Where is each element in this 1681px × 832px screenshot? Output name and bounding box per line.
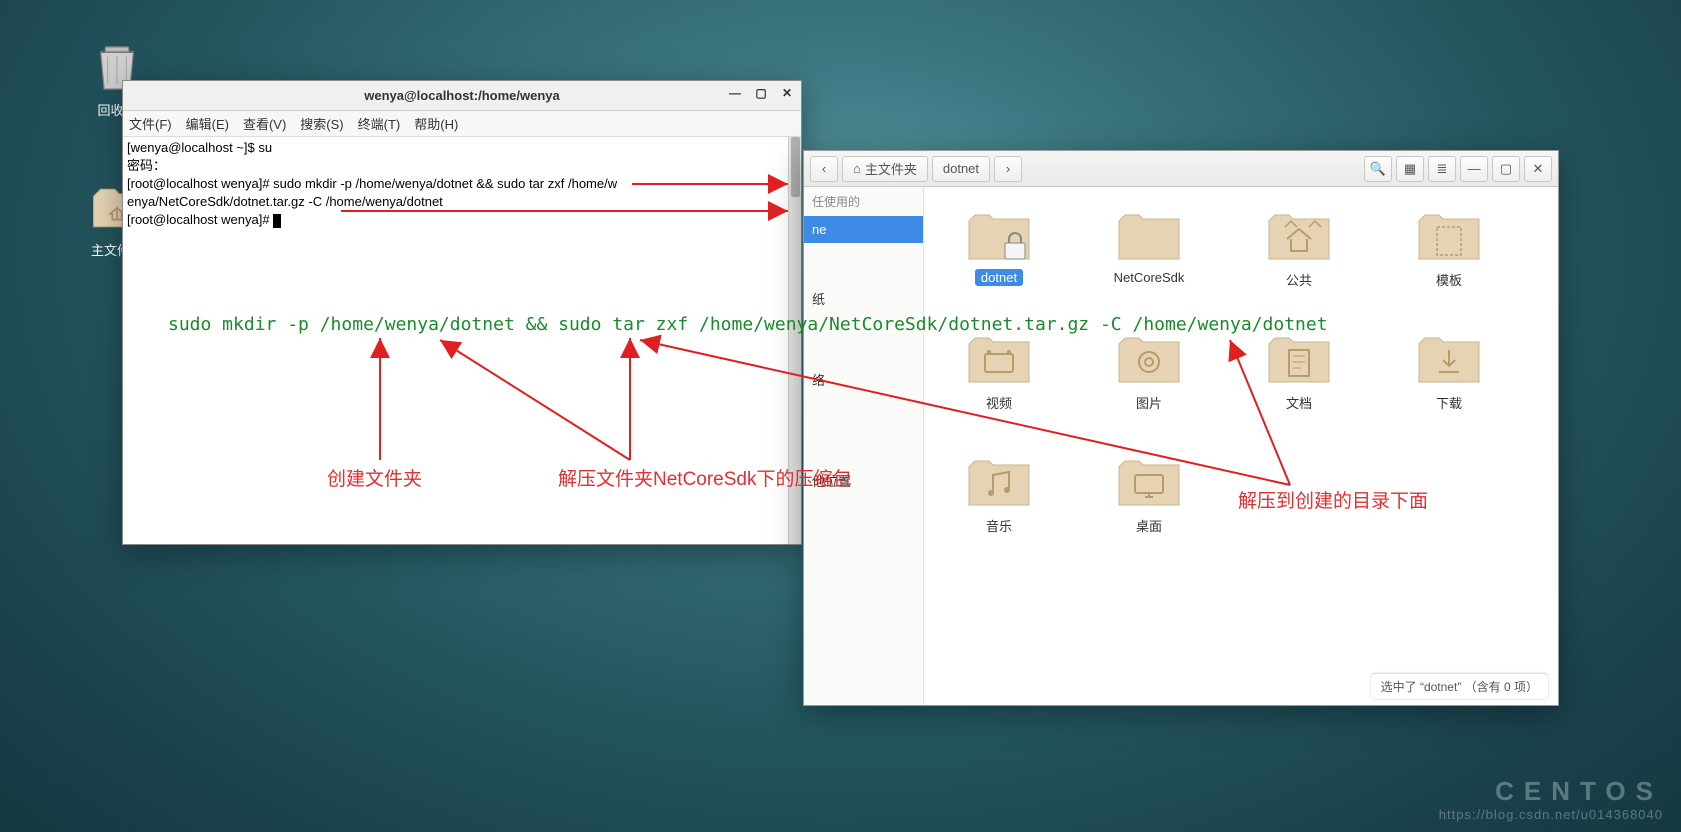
search-icon: 🔍 bbox=[1370, 161, 1386, 177]
folder-模板[interactable]: 模板 bbox=[1404, 207, 1494, 290]
fm-minimize-button[interactable]: — bbox=[1460, 156, 1488, 182]
nav-back-button[interactable]: ‹ bbox=[810, 156, 838, 182]
folder-icon bbox=[1114, 453, 1184, 509]
folder-桌面[interactable]: 桌面 bbox=[1104, 453, 1194, 536]
menu-edit[interactable]: 编辑(E) bbox=[186, 114, 229, 133]
sidebar-item-trash[interactable]: 纸 bbox=[804, 283, 923, 314]
folder-label: 图片 bbox=[1130, 392, 1168, 413]
watermark-brand: CENTOS bbox=[1439, 776, 1663, 807]
folder-NetCoreSdk[interactable]: NetCoreSdk bbox=[1104, 207, 1194, 290]
folder-下载[interactable]: 下载 bbox=[1404, 330, 1494, 413]
terminal-menubar: 文件(F) 编辑(E) 查看(V) 搜索(S) 终端(T) 帮助(H) bbox=[123, 111, 801, 137]
menu-terminal[interactable]: 终端(T) bbox=[358, 114, 401, 133]
folder-label: 文档 bbox=[1280, 392, 1318, 413]
search-button[interactable]: 🔍 bbox=[1364, 156, 1392, 182]
file-manager-sidebar: 任使用的 ne 纸 络 他位置 bbox=[804, 187, 924, 705]
terminal-titlebar[interactable]: wenya@localhost:/home/wenya — ▢ ✕ bbox=[123, 81, 801, 111]
sidebar-item-network[interactable]: 络 bbox=[804, 364, 923, 395]
folder-icon bbox=[1114, 330, 1184, 386]
folder-label: NetCoreSdk bbox=[1108, 269, 1191, 286]
file-manager-toolbar: ‹ ⌂ 主文件夹 dotnet › 🔍 ▦ ≣ — ▢ ✕ bbox=[804, 151, 1558, 187]
breadcrumb-home[interactable]: ⌂ 主文件夹 bbox=[842, 156, 928, 182]
sidebar-item-other[interactable]: 他位置 bbox=[804, 465, 923, 496]
folder-icon bbox=[1264, 207, 1334, 263]
icon-view-button[interactable]: ▦ bbox=[1396, 156, 1424, 182]
sidebar-item-home[interactable]: ne bbox=[804, 216, 923, 243]
folder-icon bbox=[964, 330, 1034, 386]
list-view-button[interactable]: ≣ bbox=[1428, 156, 1456, 182]
terminal-window: wenya@localhost:/home/wenya — ▢ ✕ 文件(F) … bbox=[122, 80, 802, 545]
close-button[interactable]: ✕ bbox=[779, 85, 795, 101]
folder-label: 音乐 bbox=[980, 515, 1018, 536]
folder-label: dotnet bbox=[975, 269, 1023, 286]
folder-icon bbox=[1414, 207, 1484, 263]
folder-文档[interactable]: 文档 bbox=[1254, 330, 1344, 413]
menu-search[interactable]: 搜索(S) bbox=[300, 114, 343, 133]
folder-label: 下载 bbox=[1430, 392, 1468, 413]
menu-view[interactable]: 查看(V) bbox=[243, 114, 286, 133]
watermark: CENTOS https://blog.csdn.net/u014368040 bbox=[1439, 776, 1663, 822]
sidebar-recent-head: 任使用的 bbox=[804, 187, 923, 216]
breadcrumb-item[interactable]: dotnet bbox=[932, 156, 990, 182]
maximize-button[interactable]: ▢ bbox=[753, 85, 769, 101]
folder-图片[interactable]: 图片 bbox=[1104, 330, 1194, 413]
folder-icon bbox=[1114, 207, 1184, 263]
terminal-cursor bbox=[273, 214, 281, 228]
folder-公共[interactable]: 公共 bbox=[1254, 207, 1344, 290]
file-manager-main[interactable]: dotnet NetCoreSdk 公共 模板视频 图片 文档 下载音乐 桌面 bbox=[924, 187, 1558, 705]
folder-label: 视频 bbox=[980, 392, 1018, 413]
terminal-body[interactable]: [wenya@localhost ~]$ su 密码： [root@localh… bbox=[123, 137, 801, 544]
fm-close-button[interactable]: ✕ bbox=[1524, 156, 1552, 182]
menu-help[interactable]: 帮助(H) bbox=[414, 114, 458, 133]
folder-label: 桌面 bbox=[1130, 515, 1168, 536]
file-manager-statusbar: 选中了 “dotnet” （含有 0 项） bbox=[1371, 673, 1548, 699]
folder-icon bbox=[964, 453, 1034, 509]
fm-maximize-button[interactable]: ▢ bbox=[1492, 156, 1520, 182]
watermark-url: https://blog.csdn.net/u014368040 bbox=[1439, 807, 1663, 822]
folder-label: 模板 bbox=[1430, 269, 1468, 290]
folder-视频[interactable]: 视频 bbox=[954, 330, 1044, 413]
terminal-title: wenya@localhost:/home/wenya bbox=[364, 88, 559, 103]
menu-file[interactable]: 文件(F) bbox=[129, 114, 172, 133]
home-icon: ⌂ bbox=[853, 161, 861, 176]
file-manager-window: ‹ ⌂ 主文件夹 dotnet › 🔍 ▦ ≣ — ▢ ✕ 任使用的 ne 纸 … bbox=[803, 150, 1559, 706]
folder-label: 公共 bbox=[1280, 269, 1318, 290]
folder-icon bbox=[1414, 330, 1484, 386]
folder-dotnet[interactable]: dotnet bbox=[954, 207, 1044, 290]
nav-forward-button[interactable]: › bbox=[994, 156, 1022, 182]
folder-音乐[interactable]: 音乐 bbox=[954, 453, 1044, 536]
minimize-button[interactable]: — bbox=[727, 85, 743, 101]
folder-icon bbox=[964, 207, 1034, 263]
terminal-scrollbar[interactable] bbox=[788, 137, 801, 544]
folder-icon bbox=[1264, 330, 1334, 386]
